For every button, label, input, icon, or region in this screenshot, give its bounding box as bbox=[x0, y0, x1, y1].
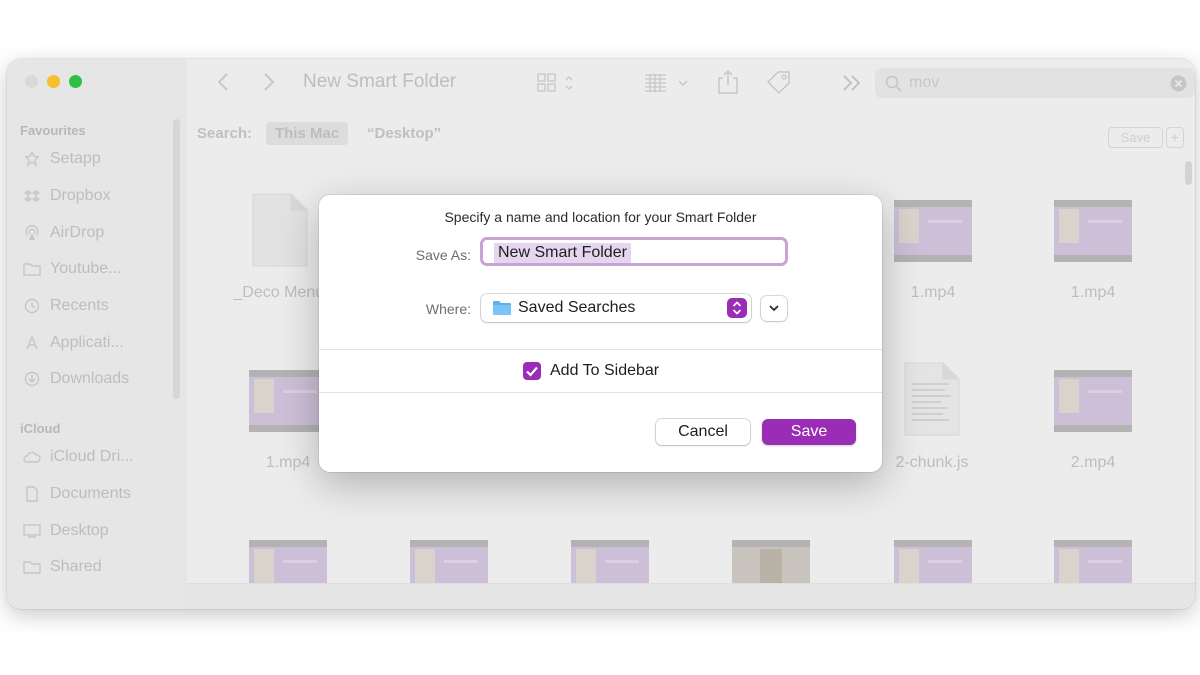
applications-icon bbox=[23, 335, 41, 351]
save-as-field[interactable]: New Smart Folder bbox=[480, 237, 788, 266]
divider bbox=[319, 392, 882, 393]
sidebar-section-favourites: Favourites bbox=[20, 123, 86, 138]
minimize-button[interactable] bbox=[47, 75, 60, 88]
tag-icon bbox=[766, 71, 790, 95]
file-label: 2.mp4 bbox=[1070, 454, 1116, 471]
sidebar-item-label: Setapp bbox=[50, 150, 101, 167]
sidebar-item-label: Dropbox bbox=[50, 187, 111, 204]
desktop-icon bbox=[23, 523, 41, 539]
sidebar-scrollbar[interactable] bbox=[173, 119, 180, 399]
double-chevron-right-icon bbox=[843, 75, 861, 91]
clock-icon bbox=[23, 298, 41, 314]
sidebar-item-label: iCloud Dri... bbox=[50, 448, 134, 465]
setapp-icon bbox=[23, 151, 41, 167]
sidebar-item-youtube[interactable]: Youtube... bbox=[23, 260, 121, 278]
document-icon bbox=[23, 486, 41, 502]
group-button[interactable] bbox=[644, 73, 690, 93]
chevron-right-icon bbox=[264, 73, 275, 91]
sidebar-item-setapp[interactable]: Setapp bbox=[23, 150, 101, 168]
expand-browser-button[interactable] bbox=[761, 296, 787, 321]
window-controls bbox=[25, 75, 82, 88]
sidebar-item-label: Desktop bbox=[50, 522, 109, 539]
zoom-button[interactable] bbox=[69, 75, 82, 88]
sidebar-item-label: Downloads bbox=[50, 370, 130, 387]
grid-view-icon bbox=[537, 73, 573, 92]
divider bbox=[319, 349, 882, 350]
download-icon bbox=[23, 371, 41, 387]
sidebar-item-label: AirDrop bbox=[50, 224, 105, 241]
sidebar-item-label: Recents bbox=[50, 297, 109, 314]
add-criteria-button[interactable]: + bbox=[1166, 127, 1184, 148]
search-scope-bar: Search: This Mac “Desktop” bbox=[187, 117, 1195, 145]
js-file-icon bbox=[904, 362, 960, 436]
shared-folder-icon bbox=[23, 559, 41, 575]
cancel-button[interactable]: Cancel bbox=[656, 419, 750, 445]
search-input[interactable]: mov bbox=[909, 74, 939, 92]
sidebar-item-applications[interactable]: Applicati... bbox=[23, 334, 124, 352]
file-label: 1.mp4 bbox=[1070, 284, 1116, 301]
search-icon bbox=[885, 75, 902, 92]
window-title: New Smart Folder bbox=[303, 71, 457, 92]
sidebar: Favourites Setapp Dropbox AirDrop Youtub… bbox=[7, 59, 187, 609]
sidebar-item-airdrop[interactable]: AirDrop bbox=[23, 224, 104, 242]
tags-button[interactable] bbox=[765, 69, 793, 95]
sidebar-item-desktop[interactable]: Desktop bbox=[23, 522, 109, 540]
save-smart-folder-dialog: Specify a name and location for your Sma… bbox=[319, 195, 882, 472]
where-popup-button[interactable]: Saved Searches bbox=[481, 294, 751, 322]
save-as-input[interactable]: New Smart Folder bbox=[494, 243, 631, 263]
folder-icon bbox=[23, 261, 41, 277]
share-icon bbox=[718, 69, 738, 94]
scope-desktop[interactable]: “Desktop” bbox=[367, 125, 441, 142]
group-icon bbox=[645, 74, 688, 92]
generic-file-icon bbox=[252, 193, 308, 267]
path-bar bbox=[187, 583, 1195, 609]
checkmark-icon bbox=[526, 366, 538, 377]
popup-stepper-icon bbox=[727, 298, 747, 318]
sidebar-item-dropbox[interactable]: Dropbox bbox=[23, 187, 110, 205]
where-value: Saved Searches bbox=[518, 299, 636, 316]
add-to-sidebar-label[interactable]: Add To Sidebar bbox=[550, 362, 659, 380]
video-thumbnail[interactable] bbox=[249, 370, 327, 432]
scope-label: Search: bbox=[197, 125, 253, 142]
scope-this-mac[interactable]: This Mac bbox=[266, 122, 349, 145]
save-search-button[interactable]: Save bbox=[1108, 127, 1163, 148]
dropbox-icon bbox=[23, 188, 41, 204]
sidebar-item-icloud-drive[interactable]: iCloud Dri... bbox=[23, 448, 134, 466]
back-button[interactable] bbox=[217, 72, 229, 92]
sidebar-item-label: Shared bbox=[50, 558, 102, 575]
save-button[interactable]: Save bbox=[762, 419, 856, 445]
clear-search-icon[interactable] bbox=[1170, 75, 1187, 92]
share-button[interactable] bbox=[717, 69, 739, 95]
folder-icon bbox=[493, 301, 511, 315]
chevron-left-icon bbox=[217, 73, 228, 91]
sidebar-item-recents[interactable]: Recents bbox=[23, 297, 109, 315]
add-to-sidebar-checkbox[interactable] bbox=[523, 362, 541, 380]
cloud-icon bbox=[23, 449, 41, 465]
sidebar-item-label: Documents bbox=[50, 485, 131, 502]
toolbar: New Smart Folder mov bbox=[187, 59, 1195, 107]
sidebar-item-documents[interactable]: Documents bbox=[23, 485, 131, 503]
chevron-down-icon bbox=[769, 305, 779, 312]
search-field[interactable]: mov bbox=[875, 68, 1195, 98]
video-thumbnail[interactable] bbox=[1054, 370, 1132, 432]
save-as-label: Save As: bbox=[415, 247, 471, 263]
sidebar-item-label: Youtube... bbox=[50, 260, 122, 277]
airdrop-icon bbox=[23, 225, 41, 241]
dialog-title: Specify a name and location for your Sma… bbox=[444, 209, 757, 225]
view-mode-button[interactable] bbox=[537, 73, 577, 93]
where-label: Where: bbox=[425, 301, 471, 317]
sidebar-item-downloads[interactable]: Downloads bbox=[23, 370, 129, 388]
more-toolbar-button[interactable] bbox=[842, 74, 862, 92]
close-button[interactable] bbox=[25, 75, 38, 88]
sidebar-item-label: Applicati... bbox=[50, 334, 124, 351]
sidebar-section-icloud: iCloud bbox=[20, 421, 61, 436]
video-thumbnail[interactable] bbox=[894, 200, 972, 262]
forward-button[interactable] bbox=[263, 72, 275, 92]
sidebar-item-shared[interactable]: Shared bbox=[23, 558, 102, 576]
video-thumbnail[interactable] bbox=[1054, 200, 1132, 262]
vertical-scrollbar[interactable] bbox=[1185, 161, 1192, 185]
